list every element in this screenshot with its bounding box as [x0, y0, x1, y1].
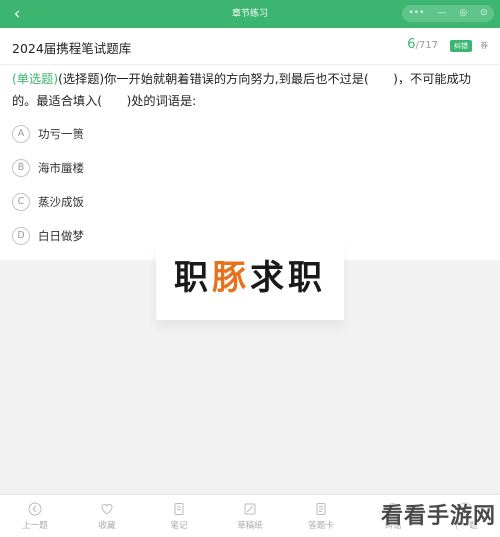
nav-label: 上一题: [22, 521, 48, 531]
draft-icon: [244, 503, 256, 515]
watermark-logo: 职豚求职: [156, 240, 344, 320]
watermark-part-1: 职: [174, 258, 212, 298]
option-text: 蒸沙成饭: [38, 195, 84, 209]
close-circle-icon[interactable]: ⊙: [480, 5, 488, 22]
question-bank-title: 2024届携程笔试题库: [12, 41, 132, 56]
recommend-label[interactable]: 荐: [481, 40, 489, 51]
answer-card-icon: [316, 503, 326, 515]
question-progress: 6/717: [407, 37, 438, 52]
nav-answer-card[interactable]: 答题卡: [286, 495, 356, 537]
watermark-text: 职豚求职: [156, 250, 344, 299]
question-type-label: (单选题): [12, 72, 59, 86]
watermark-part-3: 求职: [250, 258, 326, 298]
nav-notes[interactable]: 笔记: [144, 495, 214, 537]
nav-favorite[interactable]: 收藏: [72, 495, 142, 537]
site-watermark-logo: 看看手游网: [380, 504, 496, 529]
feedback-badge[interactable]: 纠错: [450, 40, 472, 52]
mini-program-capsule[interactable]: ••• — ◎ ⊙: [402, 5, 494, 22]
heart-icon: [101, 503, 113, 515]
prev-icon: [28, 502, 42, 516]
progress-current: 6: [407, 37, 416, 52]
question-stem: (单选题)(选择题)你一开始就朝着错误的方向努力,到最后也不过是( )，不可能成…: [12, 68, 492, 112]
option-text: 功亏一篑: [38, 127, 84, 141]
nav-draft-paper[interactable]: 草稿纸: [215, 495, 285, 537]
target-icon[interactable]: ◎: [459, 5, 467, 22]
progress-total: /717: [415, 40, 438, 51]
option-letter: C: [12, 193, 30, 211]
minimize-icon[interactable]: —: [437, 5, 446, 22]
bank-title-row: 2024届携程笔试题库 6/717 纠错 荐: [0, 28, 500, 65]
more-dots-icon[interactable]: •••: [408, 5, 424, 22]
nav-label: 答题卡: [308, 521, 334, 531]
nav-label: 草稿纸: [237, 521, 263, 531]
note-icon: [174, 503, 184, 515]
nav-label: 收藏: [98, 521, 116, 531]
nav-label: 笔记: [170, 521, 188, 531]
option-letter: A: [12, 125, 30, 143]
watermark-part-2: 豚: [212, 258, 250, 298]
question-panel: 2024届携程笔试题库 6/717 纠错 荐 (单选题)(选择题)你一开始就朝着…: [0, 28, 500, 260]
option-text: 海市蜃楼: [38, 161, 84, 175]
option-text: 白日做梦: [38, 229, 84, 243]
top-header: ‹ 章节练习 ••• — ◎ ⊙: [0, 0, 500, 28]
nav-prev-question[interactable]: 上一题: [0, 495, 70, 537]
option-letter: D: [12, 227, 30, 245]
question-text: (选择题)你一开始就朝着错误的方向努力,到最后也不过是( )，不可能成功的。最适…: [12, 72, 471, 108]
option-letter: B: [12, 159, 30, 177]
